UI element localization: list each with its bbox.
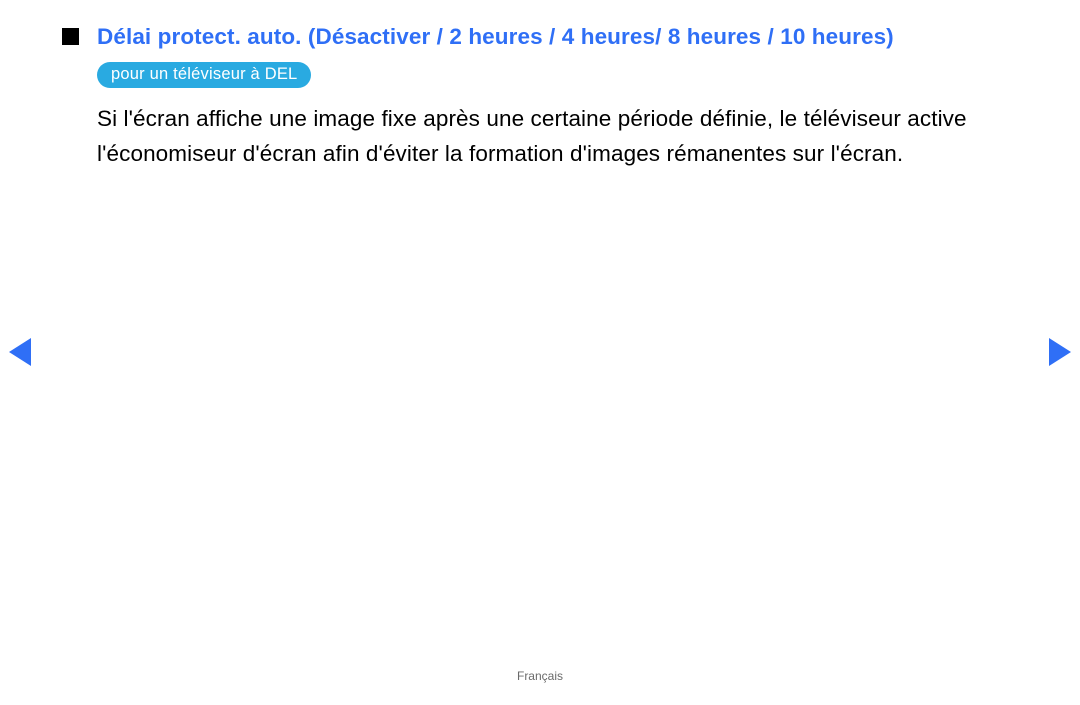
bullet-icon bbox=[62, 28, 79, 45]
description-text: Si l'écran affiche une image fixe après … bbox=[97, 102, 1018, 172]
language-footer: Français bbox=[0, 669, 1080, 683]
previous-page-arrow[interactable] bbox=[9, 338, 31, 366]
main-content: Délai protect. auto. (Désactiver / 2 heu… bbox=[62, 22, 1018, 172]
section-heading: Délai protect. auto. (Désactiver / 2 heu… bbox=[97, 22, 894, 52]
device-type-badge: pour un téléviseur à DEL bbox=[97, 62, 311, 88]
heading-row: Délai protect. auto. (Désactiver / 2 heu… bbox=[62, 22, 1018, 52]
next-page-arrow[interactable] bbox=[1049, 338, 1071, 366]
